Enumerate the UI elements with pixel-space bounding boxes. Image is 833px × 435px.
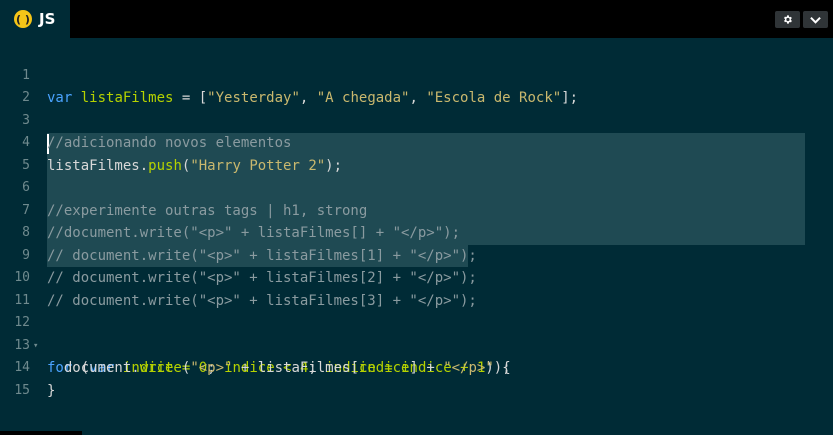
- code-line-8: 8 // document.write("<p>" + listaFilmes[…: [0, 200, 833, 264]
- code-line-2: 2: [0, 65, 833, 105]
- code-line-4: 4 listaFilmes.push("Harry Potter 2");: [0, 110, 833, 174]
- code-editor[interactable]: 1 var listaFilmes = ["Yesterday", "A che…: [0, 38, 833, 435]
- code-line-3: 3 //adicionando novos elementos: [0, 87, 833, 152]
- collapse-menu-button[interactable]: [803, 11, 828, 28]
- code-line-15: 15: [0, 357, 833, 398]
- code-line-10: 10 // document.write("<p>" + listaFilmes…: [0, 245, 833, 309]
- code-line-14: 14 }: [0, 335, 833, 399]
- code-line-6: 6 //experimente outras tags | h1, strong: [0, 155, 833, 219]
- code-line-1: 1 var listaFilmes = ["Yesterday", "A che…: [0, 42, 833, 107]
- tab-js-label: JS: [39, 10, 56, 28]
- line-number: 15: [14, 382, 30, 398]
- code-line-13: 13 document.write("<p>" + listaFilmes[in…: [0, 312, 833, 377]
- horizontal-scrollbar[interactable]: [0, 431, 82, 435]
- tab-js[interactable]: ( ) JS: [0, 0, 70, 38]
- settings-button[interactable]: [775, 11, 800, 28]
- editor-tab-bar: ( ) JS: [0, 0, 833, 38]
- chevron-down-icon: [810, 16, 821, 24]
- code-line-12: 12 ▾ for (var indice = 0; indice < 4; in…: [0, 290, 833, 376]
- gear-icon: [784, 15, 792, 24]
- js-logo-icon: ( ): [14, 10, 32, 28]
- code-line-7: 7 //document.write("<p>" + listaFilmes[]…: [0, 177, 833, 242]
- code-line-9: 9 // document.write("<p>" + listaFilmes[…: [0, 222, 833, 287]
- code-line-11: 11: [0, 267, 833, 308]
- code-line-5: 5: [0, 132, 833, 173]
- line-code: }: [47, 382, 56, 399]
